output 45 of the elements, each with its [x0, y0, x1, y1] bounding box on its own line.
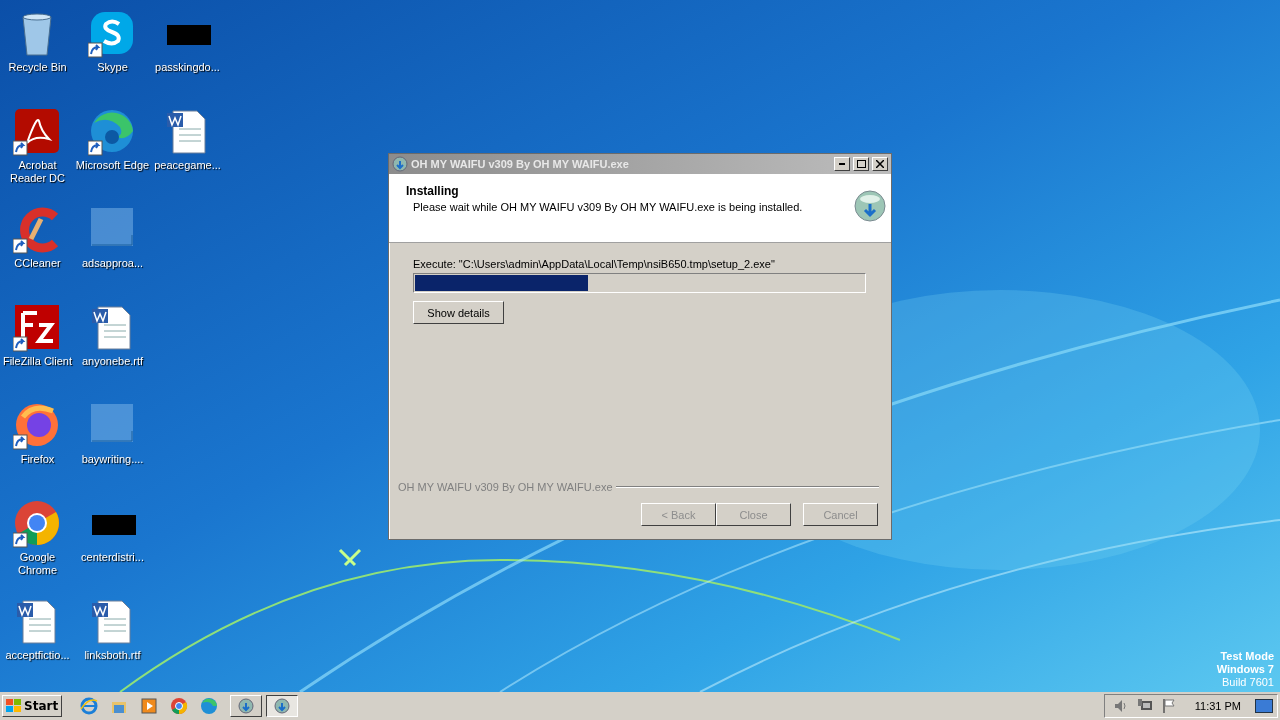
media-player-icon[interactable]	[140, 697, 159, 715]
watermark-text: Test Mode	[1220, 650, 1274, 663]
icon-label[interactable]: acceptfictio...	[0, 649, 75, 662]
icon-label[interactable]: Firefox	[0, 453, 75, 466]
maximize-icon	[856, 160, 866, 168]
icon-label[interactable]: Skype	[75, 61, 150, 74]
icon-label[interactable]: FileZilla Client	[0, 355, 75, 368]
icon-label[interactable]: baywriting....	[75, 453, 150, 466]
icon-label[interactable]: Microsoft Edge	[75, 159, 150, 172]
minimize-icon	[839, 163, 845, 165]
icon-label[interactable]: Recycle Bin	[0, 61, 75, 74]
icon-label[interactable]: peacegame...	[150, 159, 225, 172]
icon-label[interactable]: CCleaner	[0, 257, 75, 270]
branding-text: OH MY WAIFU v309 By OH MY WAIFU.exe	[398, 481, 613, 493]
icon-label[interactable]: centerdistri...	[75, 551, 150, 564]
task-button[interactable]	[266, 695, 299, 717]
maximize-button[interactable]	[853, 157, 869, 171]
close-icon	[876, 160, 884, 168]
flag-icon[interactable]	[1160, 698, 1177, 714]
icon-label[interactable]: Google Chrome	[0, 551, 75, 577]
speaker-icon[interactable]	[1112, 698, 1129, 714]
show-details-button[interactable]: Show details	[413, 301, 504, 324]
header-title: Installing	[406, 184, 460, 198]
windows-logo-icon	[6, 699, 22, 713]
installer-icon	[238, 698, 255, 714]
installer-icon	[392, 156, 408, 172]
show-desktop-icon[interactable]	[1255, 699, 1273, 713]
chrome-icon[interactable]	[170, 697, 189, 715]
icon-label[interactable]: passkingdo...	[150, 61, 225, 74]
watermark-text: Windows 7	[1216, 663, 1274, 676]
clock[interactable]: 11:31 PM	[1194, 700, 1241, 712]
status-text: Execute: "C:\Users\admin\AppData\Local\Temp\nsiB650.tmp\setup_2.exe"	[413, 258, 776, 270]
header-subtitle: Please wait while OH MY WAIFU v309 By OH MY WAIFU.exe is being installed.	[412, 201, 804, 213]
browser-e-icon[interactable]	[80, 697, 99, 715]
close-button[interactable]	[872, 157, 888, 171]
start-button[interactable]: Start	[2, 695, 63, 717]
minimize-button[interactable]	[834, 157, 850, 171]
installer-icon	[853, 189, 887, 223]
icon-label[interactable]: anyonebe.rtf	[75, 355, 150, 368]
installer-icon	[274, 698, 291, 714]
icon-label[interactable]: adsapproa...	[75, 257, 150, 270]
icon-label[interactable]: linksboth.rtf	[75, 649, 150, 662]
watermark-text: Build 7601	[1222, 676, 1274, 689]
window-title: OH MY WAIFU v309 By OH MY WAIFU.exe	[411, 158, 630, 170]
icon-label[interactable]: Acrobat Reader DC	[0, 159, 75, 185]
